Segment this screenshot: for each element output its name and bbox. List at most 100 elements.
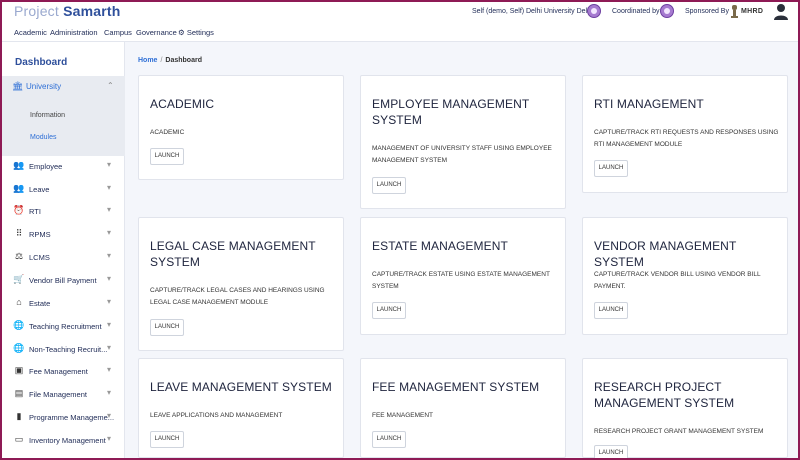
sidebar-item-lcms[interactable]: ⚖ LCMS ▾ — [2, 248, 125, 270]
card-title: RESEARCH PROJECT MANAGEMENT SYSTEM — [594, 380, 735, 410]
nav-settings-label: Settings — [186, 28, 214, 37]
breadcrumb: Home / Dashboard — [138, 57, 202, 64]
national-emblem-icon — [731, 5, 738, 18]
sidebar-item-label: Estate — [29, 299, 51, 308]
sidebar: Dashboard 🏛 University ⌃ Information Mod… — [2, 42, 125, 458]
gavel-icon: ⚖ — [14, 251, 24, 261]
sidebar-item-label: LCMS — [29, 253, 50, 262]
cart-icon: 🛒 — [13, 274, 25, 284]
chevron-down-icon: ▾ — [107, 411, 112, 420]
sidebar-item-estate[interactable]: ⌂ Estate ▾ — [2, 294, 125, 316]
sidebar-item-label: University — [26, 82, 62, 91]
card-title: ACADEMIC — [150, 97, 215, 111]
module-card-vendor-management: VENDOR MANAGEMENT SYSTEM CAPTURE/TRACK V… — [582, 217, 788, 335]
chevron-down-icon: ▾ — [107, 274, 112, 283]
role-selector[interactable]: Self (demo, Self) — [472, 8, 524, 15]
launch-button[interactable]: LAUNCH — [150, 431, 184, 448]
nav-academic[interactable]: Academic — [14, 28, 47, 37]
sidebar-item-label: Leave — [29, 185, 50, 194]
coordinator-logo — [660, 4, 674, 18]
sidebar-item-university[interactable]: 🏛 University ⌃ — [2, 76, 125, 96]
sidebar-item-label: File Management — [29, 390, 87, 399]
chevron-down-icon: ▾ — [107, 297, 112, 306]
card-description: CAPTURE/TRACK VENDOR BILL USING VENDOR B… — [594, 271, 761, 290]
module-card-estate-management: ESTATE MANAGEMENT CAPTURE/TRACK ESTATE U… — [360, 217, 566, 335]
folder-icon: ▤ — [14, 388, 24, 398]
module-card-legal-case-management: LEGAL CASE MANAGEMENT SYSTEM CAPTURE/TRA… — [138, 217, 344, 351]
sidebar-item-label: Programme Manageme... — [29, 413, 115, 422]
launch-button[interactable]: LAUNCH — [594, 302, 628, 319]
module-card-employee-management: EMPLOYEE MANAGEMENT SYSTEM MANAGEMENT OF… — [360, 75, 566, 209]
sponsor-name: MHRD — [741, 8, 764, 15]
sidebar-item-vendor-bill-payment[interactable]: 🛒 Vendor Bill Payment ▾ — [2, 271, 125, 293]
sidebar-item-non-teaching-recruitment[interactable]: 🌐 Non-Teaching Recruit... ▾ — [2, 340, 125, 362]
launch-button[interactable]: LAUNCH — [150, 319, 184, 336]
breadcrumb-home[interactable]: Home — [138, 57, 157, 64]
briefcase-icon: ▭ — [14, 434, 24, 444]
nav-administration[interactable]: Administration — [50, 28, 98, 37]
nav-campus[interactable]: Campus — [104, 28, 132, 37]
launch-button[interactable]: LAUNCH — [594, 445, 628, 458]
user-avatar-icon[interactable] — [773, 3, 789, 21]
launch-button[interactable]: LAUNCH — [372, 431, 406, 448]
module-card-rti-management: RTI MANAGEMENT CAPTURE/TRACK RTI REQUEST… — [582, 75, 788, 193]
card-title: LEAVE MANAGEMENT SYSTEM — [150, 380, 332, 394]
chevron-down-icon: ▾ — [107, 434, 112, 443]
breadcrumb-separator: / — [160, 57, 163, 64]
sidebar-item-fee-management[interactable]: ▣ Fee Management ▾ — [2, 362, 125, 384]
sidebar-item-rpms[interactable]: ⠿ RPMS ▾ — [2, 225, 125, 247]
module-card-academic: ACADEMIC ACADEMIC LAUNCH — [138, 75, 344, 180]
sponsored-by-label: Sponsored By — [685, 8, 729, 15]
card-title: FEE MANAGEMENT SYSTEM — [372, 380, 540, 394]
launch-button[interactable]: LAUNCH — [594, 160, 628, 177]
sidebar-item-programme-management[interactable]: ▮ Programme Manageme... ▾ — [2, 408, 125, 430]
chevron-down-icon: ▾ — [107, 251, 112, 260]
sidebar-submenu: Information Modules — [2, 96, 125, 156]
card-description: CAPTURE/TRACK LEGAL CASES AND HEARINGS U… — [150, 287, 325, 306]
globe-icon: 🌐 — [13, 320, 25, 330]
nav-settings[interactable]: ⚙ Settings — [178, 28, 214, 37]
chevron-down-icon: ▾ — [107, 160, 112, 169]
university-logo — [587, 4, 601, 18]
money-icon: ▣ — [14, 365, 24, 375]
app-window: Project Samarth Self (demo, Self) Delhi … — [2, 2, 798, 458]
chevron-down-icon: ▾ — [107, 183, 112, 192]
top-bar: Project Samarth Self (demo, Self) Delhi … — [2, 2, 798, 24]
sidebar-subitem-modules[interactable]: Modules — [30, 134, 56, 141]
globe-icon: 🌐 — [13, 343, 25, 353]
sidebar-item-label: RTI — [29, 207, 41, 216]
launch-button[interactable]: LAUNCH — [372, 177, 406, 194]
launch-button[interactable]: LAUNCH — [372, 302, 406, 319]
chevron-down-icon: ▾ — [107, 228, 112, 237]
sidebar-item-file-management[interactable]: ▤ File Management ▾ — [2, 385, 125, 407]
card-description: LEAVE APPLICATIONS AND MANAGEMENT — [150, 412, 283, 419]
sidebar-subitem-information[interactable]: Information — [30, 112, 65, 119]
sidebar-item-teaching-recruitment[interactable]: 🌐 Teaching Recruitment ▾ — [2, 317, 125, 339]
home-icon: ⌂ — [16, 297, 22, 307]
chevron-down-icon: ▾ — [107, 320, 112, 329]
chevron-down-icon: ▾ — [107, 343, 112, 352]
card-description: MANAGEMENT OF UNIVERSITY STAFF USING EMP… — [372, 145, 552, 164]
module-card-fee-management: FEE MANAGEMENT SYSTEM FEE MANAGEMENT LAU… — [360, 358, 566, 458]
card-description: CAPTURE/TRACK ESTATE USING ESTATE MANAGE… — [372, 271, 550, 290]
module-card-research-project-management: RESEARCH PROJECT MANAGEMENT SYSTEM RESEA… — [582, 358, 788, 458]
sidebar-title[interactable]: Dashboard — [15, 57, 67, 68]
card-title: LEGAL CASE MANAGEMENT SYSTEM — [150, 239, 316, 269]
card-title: ESTATE MANAGEMENT — [372, 239, 508, 253]
sidebar-item-leave[interactable]: 👥 Leave ▾ — [2, 180, 125, 202]
chevron-down-icon: ▾ — [107, 205, 112, 214]
nav-governance[interactable]: Governance — [136, 28, 177, 37]
sidebar-item-inventory-management[interactable]: ▭ Inventory Management ▾ — [2, 431, 125, 453]
launch-button[interactable]: LAUNCH — [150, 148, 184, 165]
gear-icon: ⚙ — [178, 28, 185, 37]
sidebar-item-employee[interactable]: 👥 Employee ▾ — [2, 157, 125, 179]
sidebar-item-label: Employee — [29, 162, 63, 171]
sidebar-item-label: Fee Management — [29, 367, 88, 376]
sidebar-item-rti[interactable]: ⏰ RTI ▾ — [2, 202, 125, 224]
sidebar-item-label: RPMS — [29, 230, 51, 239]
brand-logo[interactable]: Project Samarth — [14, 3, 121, 19]
university-name[interactable]: Delhi University Delhi — [526, 8, 593, 15]
chevron-down-icon: ▾ — [107, 388, 112, 397]
card-description: RESEARCH PROJECT GRANT MANAGEMENT SYSTEM — [594, 428, 764, 435]
card-title: RTI MANAGEMENT — [594, 97, 704, 111]
